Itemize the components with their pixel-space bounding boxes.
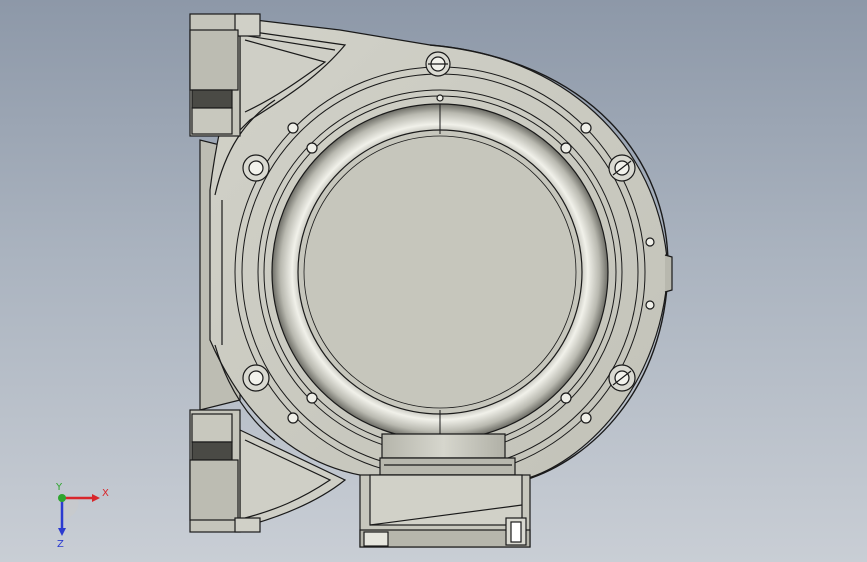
z-axis-arrow (58, 528, 66, 536)
z-axis-label: Z (57, 539, 64, 550)
bearing-ring (271, 103, 609, 441)
cad-viewport[interactable]: X Y Z (0, 0, 867, 562)
motor-adapter (379, 433, 516, 476)
x-axis-arrow (92, 494, 100, 502)
motor-block (359, 474, 531, 548)
gear-housing-model[interactable] (0, 0, 867, 562)
triad-plane (62, 498, 79, 520)
y-axis-label: Y (55, 482, 63, 493)
y-axis-origin (58, 494, 66, 502)
x-axis-label: X (102, 488, 109, 499)
coordinate-triad: X Y Z (55, 482, 109, 550)
